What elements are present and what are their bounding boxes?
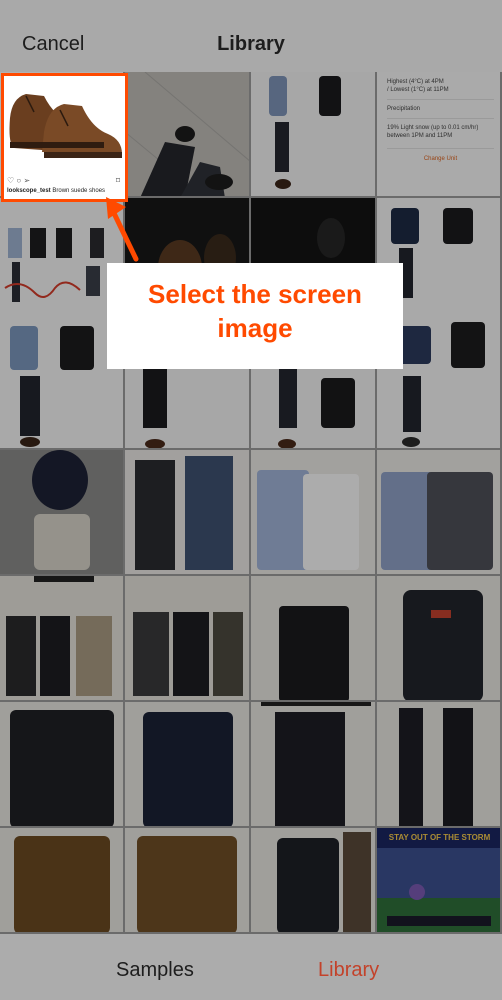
photo-thumbnail[interactable] (125, 450, 251, 576)
photo-image (0, 828, 123, 932)
tab-library[interactable]: Library (318, 959, 379, 982)
game-thumbnail[interactable]: STAY OUT OF THE STORM (377, 828, 502, 934)
post-actions: ♡ ○ ➢ ⌑ (7, 176, 122, 186)
photo-image (125, 450, 249, 574)
weather-thumbnail[interactable]: Highest (4°C) at 4PM / Lowest (1°C) at 1… (377, 72, 502, 198)
photo-image (251, 576, 375, 700)
game-image (377, 848, 500, 932)
photo-image (0, 450, 123, 574)
post-account: lookscope_test (7, 188, 51, 194)
photo-thumbnail[interactable] (125, 576, 251, 702)
instruction-line: image (217, 313, 293, 343)
instruction-callout: Select the screen image (107, 263, 403, 369)
photo-image (251, 450, 375, 574)
post-caption: lookscope_test Brown suede shoes (7, 188, 125, 194)
instruction-line: Select the screen (148, 279, 362, 309)
change-unit-link: Change Unit (387, 148, 494, 163)
photo-thumbnail[interactable] (0, 450, 125, 576)
photo-thumbnail[interactable] (251, 576, 377, 702)
photo-image (125, 72, 249, 196)
photo-image (377, 450, 500, 574)
weather-text: Highest (4°C) at 4PM (387, 79, 444, 85)
photo-thumbnail[interactable] (377, 450, 502, 576)
bookmark-icon: ⌑ (115, 176, 120, 185)
weather-text: 19% Light snow (up to 0.01 cm/hr) (387, 118, 494, 132)
photo-image (0, 576, 123, 700)
weather-text: between 1PM and 11PM (387, 133, 453, 139)
photo-thumbnail[interactable] (125, 72, 251, 198)
game-caption: STAY OUT OF THE STORM (377, 828, 500, 848)
photo-image (377, 702, 500, 826)
instruction-text: Select the screen image (107, 277, 403, 345)
photo-thumbnail[interactable] (377, 576, 502, 702)
photo-thumbnail[interactable] (251, 828, 377, 934)
photo-image (251, 828, 375, 932)
photo-thumbnail[interactable] (0, 828, 125, 934)
weather-text: Precipitation (387, 99, 494, 113)
photo-thumbnail[interactable] (251, 450, 377, 576)
photo-image (251, 72, 375, 196)
heart-icon: ♡ (7, 176, 15, 185)
share-icon: ➢ (23, 176, 31, 185)
arrow-icon (106, 197, 139, 262)
photo-image (125, 576, 249, 700)
nav-header: Cancel Library (0, 0, 502, 72)
photo-image (251, 702, 375, 826)
photo-thumbnail[interactable] (125, 828, 251, 934)
photo-thumbnail[interactable] (251, 72, 377, 198)
page-title: Library (217, 33, 285, 55)
photo-thumbnail[interactable] (377, 702, 502, 828)
photo-image (125, 828, 249, 932)
photo-thumbnail[interactable] (0, 576, 125, 702)
photo-image (0, 702, 123, 826)
post-caption-text: Brown suede shoes (52, 188, 106, 194)
weather-text: / Lowest (1°C) at 11PM (387, 87, 449, 93)
photo-thumbnail[interactable] (125, 702, 251, 828)
bottom-tab-bar: Samples Library (0, 934, 502, 1000)
photo-thumbnail[interactable] (0, 702, 125, 828)
photo-image (125, 702, 249, 826)
photo-image (377, 576, 500, 700)
comment-icon: ○ (16, 176, 22, 185)
photo-thumbnail[interactable] (251, 702, 377, 828)
selected-photo[interactable]: ♡ ○ ➢ ⌑ lookscope_test Brown suede shoes (1, 73, 128, 202)
tab-samples[interactable]: Samples (116, 959, 194, 982)
